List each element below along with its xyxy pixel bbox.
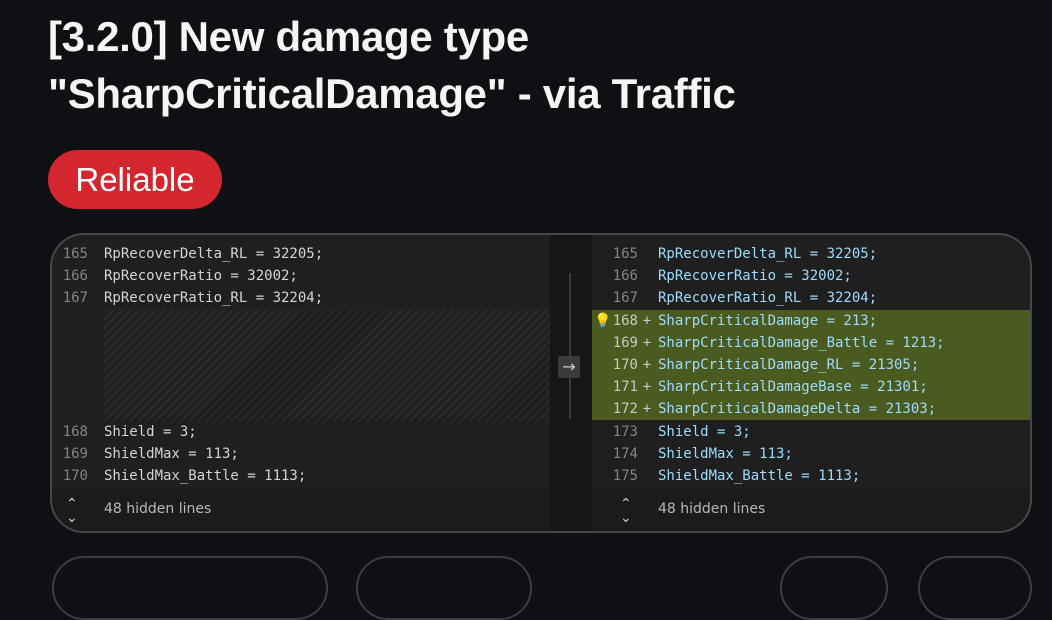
expand-hidden-lines-right[interactable]: ⌃ ⌄ 48 hidden lines: [592, 489, 1030, 531]
gutter-divider: [569, 273, 571, 419]
diff-left-pane: ⋯⋯⋯⋯ 165 RpRecoverDelta_RL = 32205; 166 …: [52, 235, 550, 531]
post-title-line-2: "SharpCriticalDamage" - via Traffic: [48, 70, 736, 117]
right-row: 175 ShieldMax_Battle = 1113;: [612, 468, 861, 484]
diff-right-pane: ⌄ ⋯⋯⋯⋯ 165 RpRecoverDelta_RL = 32205; 16…: [592, 235, 1030, 531]
left-row: 167 RpRecoverRatio_RL = 32204;: [62, 290, 324, 306]
reliable-badge[interactable]: Reliable: [48, 150, 222, 209]
added-row: 170 + SharpCriticalDamage_RL = 21305;: [592, 354, 1030, 376]
hidden-lines-top-right: ⌄ ⋯⋯⋯⋯: [620, 235, 687, 241]
left-row: 166 RpRecoverRatio = 32002;: [62, 268, 298, 284]
action-pill-4[interactable]: [918, 556, 1032, 620]
diff-viewer: ⋯⋯⋯⋯ 165 RpRecoverDelta_RL = 32205; 166 …: [50, 233, 1032, 533]
right-row: 173 Shield = 3;: [612, 424, 751, 440]
left-row: 170 ShieldMax_Battle = 1113;: [62, 468, 307, 484]
post-title-line-1: [3.2.0] New damage type: [48, 13, 529, 60]
action-pill-3[interactable]: [780, 556, 888, 620]
right-row: 165 RpRecoverDelta_RL = 32205;: [612, 246, 878, 262]
left-row: 165 RpRecoverDelta_RL = 32205;: [62, 246, 324, 262]
removed-placeholder-hatch: [104, 310, 550, 422]
added-row: 169 + SharpCriticalDamage_Battle = 1213;: [592, 332, 1030, 354]
chevron-up-down-icon: ⌃ ⌄: [66, 496, 78, 526]
expand-hidden-lines-left[interactable]: ⌃ ⌄ 48 hidden lines: [52, 489, 550, 531]
added-row: 171 + SharpCriticalDamageBase = 21301;: [592, 376, 1030, 398]
action-pill-2[interactable]: [356, 556, 532, 620]
post-title: [3.2.0] New damage type "SharpCriticalDa…: [48, 8, 1028, 122]
chevron-up-down-icon: ⌃ ⌄: [620, 496, 632, 526]
arrow-right-icon[interactable]: →: [558, 356, 580, 378]
left-row: 169 ShieldMax = 113;: [62, 446, 239, 462]
diff-gutter: →: [550, 235, 592, 531]
action-pill-1[interactable]: [52, 556, 328, 620]
left-row: 168 Shield = 3;: [62, 424, 197, 440]
added-row: 💡 168 + SharpCriticalDamage = 213;: [592, 310, 1030, 332]
right-row: 166 RpRecoverRatio = 32002;: [612, 268, 852, 284]
hidden-lines-top-left: ⋯⋯⋯⋯: [104, 235, 156, 241]
right-row: 167 RpRecoverRatio_RL = 32204;: [612, 290, 878, 306]
added-row: 172 + SharpCriticalDamageDelta = 21303;: [592, 398, 1030, 420]
right-row: 174 ShieldMax = 113;: [612, 446, 793, 462]
